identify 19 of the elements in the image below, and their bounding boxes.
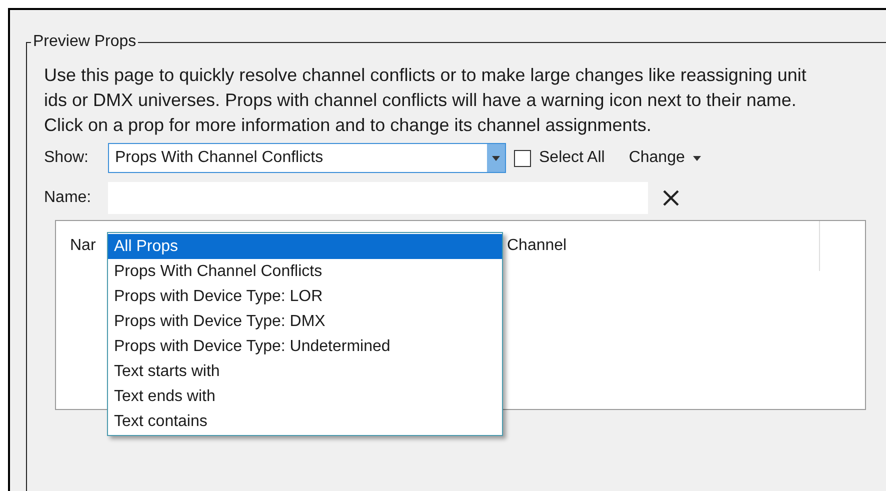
dropdown-option[interactable]: Text ends with (108, 384, 502, 409)
close-icon (662, 189, 680, 207)
description-text: Use this page to quickly resolve channel conflicts or to make large changes like reassigning unit ids or DMX universes. Props with channel conflicts will have a warning icon next to their name. Click on a prop for more information and to change its channel assignments. (44, 64, 808, 137)
dropdown-option[interactable]: All Props (108, 234, 502, 259)
dropdown-option[interactable]: Props with Device Type: DMX (108, 309, 502, 334)
column-header[interactable]: Channel (507, 221, 820, 271)
dropdown-option[interactable]: Props with Device Type: LOR (108, 284, 502, 309)
dropdown-option[interactable]: Props with Device Type: Undetermined (108, 334, 502, 359)
select-all-label[interactable]: Select All (539, 146, 619, 170)
dropdown-option[interactable]: Props With Channel Conflicts (108, 259, 502, 284)
caret-icon (487, 144, 505, 172)
show-dropdown[interactable]: Props With Channel Conflicts (108, 143, 506, 173)
caret-icon (692, 156, 701, 160)
group-title: Preview Props (31, 32, 138, 52)
show-label: Show: (44, 148, 90, 168)
select-all-checkbox[interactable] (514, 150, 531, 166)
dropdown-option[interactable]: Text starts with (108, 359, 502, 384)
name-label: Name: (44, 188, 92, 208)
dropdown-option[interactable]: Text contains (108, 409, 502, 434)
